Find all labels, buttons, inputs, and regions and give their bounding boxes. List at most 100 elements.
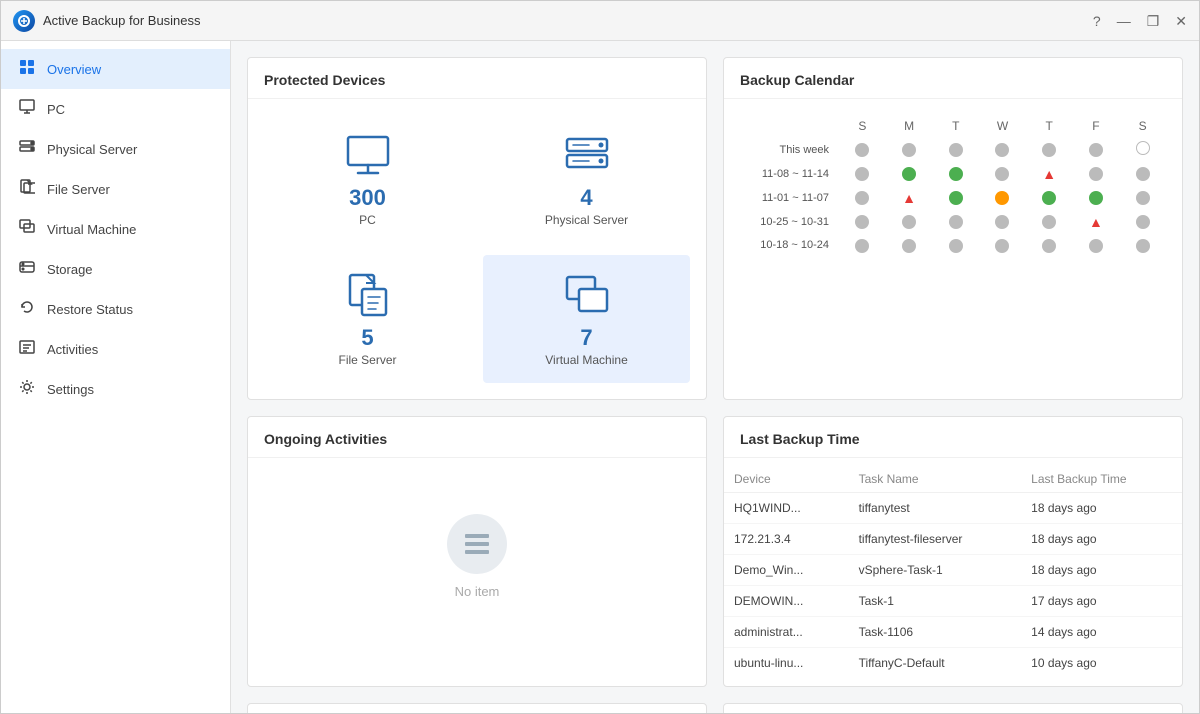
- sidebar-label-file-server: File Server: [47, 182, 110, 197]
- app-window: Active Backup for Business ? — ❐ ✕ Overv…: [0, 0, 1200, 714]
- calendar-dot: [839, 162, 886, 186]
- device-card-vm[interactable]: 7 Virtual Machine: [483, 255, 690, 383]
- sidebar-item-overview[interactable]: Overview: [1, 49, 230, 89]
- calendar-week-label: This week: [740, 137, 839, 162]
- sidebar-item-physical-server[interactable]: Physical Server: [1, 129, 230, 169]
- gear-icon: [17, 379, 37, 399]
- grid-icon: [17, 59, 37, 79]
- ongoing-activities-panel: Ongoing Activities No item: [247, 416, 707, 687]
- calendar-dot: [886, 162, 933, 186]
- window-controls: ? — ❐ ✕: [1093, 14, 1187, 28]
- app-title: Active Backup for Business: [43, 13, 1093, 28]
- sidebar-item-virtual-machine[interactable]: Virtual Machine: [1, 209, 230, 249]
- protected-devices-body: 300 PC 4: [248, 99, 706, 399]
- col-task: Task Name: [849, 466, 1022, 493]
- sidebar-item-activities[interactable]: Activities: [1, 329, 230, 369]
- maximize-button[interactable]: ❐: [1147, 14, 1160, 28]
- activities-icon: [17, 339, 37, 359]
- table-row[interactable]: Demo_Win... vSphere-Task-1 18 days ago: [724, 555, 1182, 586]
- device-card-physical-server[interactable]: 4 Physical Server: [483, 115, 690, 243]
- table-row[interactable]: HQ1WIND... tiffanytest 18 days ago: [724, 493, 1182, 524]
- title-bar: Active Backup for Business ? — ❐ ✕: [1, 1, 1199, 41]
- calendar-dot: [979, 210, 1026, 234]
- calendar-dot: [979, 234, 1026, 257]
- col-device: Device: [724, 466, 849, 493]
- calendar-dot: [1119, 234, 1166, 257]
- backup-task: TiffanyC-Default: [849, 648, 1022, 679]
- calendar-dot: [979, 162, 1026, 186]
- pc-device-icon: [344, 131, 392, 179]
- calendar-dot: [1026, 210, 1073, 234]
- no-item-icon: [447, 514, 507, 574]
- calendar-dot: [932, 162, 979, 186]
- calendar-dot: [1119, 137, 1166, 162]
- table-row[interactable]: ubuntu-linu... TiffanyC-Default 10 days …: [724, 648, 1182, 679]
- calendar-dot: [886, 234, 933, 257]
- backup-time: 18 days ago: [1021, 555, 1182, 586]
- cal-day-m: M: [886, 115, 933, 137]
- minimize-button[interactable]: —: [1117, 14, 1131, 28]
- last-backup-time-body: Device Task Name Last Backup Time HQ1WIN…: [724, 458, 1182, 686]
- backup-time: 18 days ago: [1021, 493, 1182, 524]
- vm-label: Virtual Machine: [545, 353, 628, 367]
- close-button[interactable]: ✕: [1175, 14, 1187, 28]
- calendar-dot: [1026, 234, 1073, 257]
- vm-count: 7: [580, 325, 592, 351]
- sidebar-label-physical-server: Physical Server: [47, 142, 137, 157]
- calendar-dot: [1073, 162, 1120, 186]
- no-item-label: No item: [455, 584, 500, 599]
- backup-time: 10 days ago: [1021, 648, 1182, 679]
- backup-device: HQ1WIND...: [724, 493, 849, 524]
- ongoing-activities-title: Ongoing Activities: [248, 417, 706, 458]
- cal-day-t1: T: [932, 115, 979, 137]
- backup-device: administrat...: [724, 617, 849, 648]
- cal-day-t2: T: [1026, 115, 1073, 137]
- sidebar-label-activities: Activities: [47, 342, 98, 357]
- sidebar: Overview PC: [1, 41, 231, 713]
- pc-label: PC: [359, 213, 376, 227]
- calendar-dot: [1119, 186, 1166, 210]
- last-backup-time-panel: Last Backup Time Device Task Name Last B…: [723, 416, 1183, 687]
- calendar-dot: [1119, 162, 1166, 186]
- calendar-dot: [886, 137, 933, 162]
- file-server-count: 5: [361, 325, 373, 351]
- file-server-icon: [17, 179, 37, 199]
- calendar-dot: [932, 137, 979, 162]
- calendar-dot: [839, 186, 886, 210]
- protected-devices-panel: Protected Devices 300 PC: [247, 57, 707, 400]
- sidebar-item-storage[interactable]: Storage: [1, 249, 230, 289]
- server-icon: [17, 139, 37, 159]
- calendar-table: S M T W T F S This week11-08 ~ 11-14▲11-…: [740, 115, 1166, 257]
- calendar-dot: [839, 234, 886, 257]
- sidebar-label-restore-status: Restore Status: [47, 302, 133, 317]
- sidebar-item-restore-status[interactable]: Restore Status: [1, 289, 230, 329]
- storage-icon: [17, 259, 37, 279]
- calendar-week-label: 10-25 ~ 10-31: [740, 210, 839, 234]
- backup-time: 17 days ago: [1021, 586, 1182, 617]
- storage-status-panel: Storage Status: [247, 703, 707, 713]
- calendar-dot: [1026, 137, 1073, 162]
- physical-server-count: 4: [580, 185, 592, 211]
- app-icon: [13, 10, 35, 32]
- device-grid: 300 PC 4: [264, 115, 690, 383]
- col-time: Last Backup Time: [1021, 466, 1182, 493]
- sidebar-label-overview: Overview: [47, 62, 101, 77]
- table-row[interactable]: administrat... Task-1106 14 days ago: [724, 617, 1182, 648]
- cal-day-s1: S: [839, 115, 886, 137]
- monitor-icon: [17, 99, 37, 119]
- calendar-dot: [1073, 137, 1120, 162]
- backup-calendar-panel: Backup Calendar S M T W T F: [723, 57, 1183, 400]
- help-button[interactable]: ?: [1093, 14, 1101, 28]
- calendar-dot: ▲: [1073, 210, 1120, 234]
- sidebar-label-storage: Storage: [47, 262, 93, 277]
- table-row[interactable]: DEMOWIN... Task-1 17 days ago: [724, 586, 1182, 617]
- device-card-pc[interactable]: 300 PC: [264, 115, 471, 243]
- sidebar-item-settings[interactable]: Settings: [1, 369, 230, 409]
- device-card-file-server[interactable]: 5 File Server: [264, 255, 471, 383]
- sidebar-item-pc[interactable]: PC: [1, 89, 230, 129]
- calendar-dot: [1073, 234, 1120, 257]
- calendar-week-label: 11-08 ~ 11-14: [740, 162, 839, 186]
- table-row[interactable]: 172.21.3.4 tiffanytest-fileserver 18 day…: [724, 524, 1182, 555]
- sidebar-item-file-server[interactable]: File Server: [1, 169, 230, 209]
- main-content: Protected Devices 300 PC: [231, 41, 1199, 713]
